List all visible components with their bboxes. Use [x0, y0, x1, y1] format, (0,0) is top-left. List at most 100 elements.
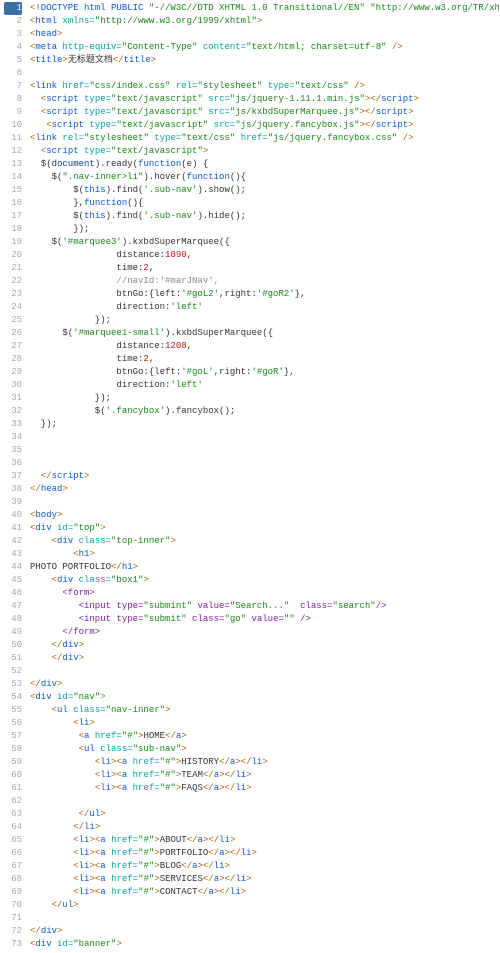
code-line[interactable]: <div id="banner">: [30, 938, 500, 951]
code-line[interactable]: <li><a href="#">HISTORY</a></li>: [30, 756, 500, 769]
code-line[interactable]: distance:1208,: [30, 340, 500, 353]
code-line[interactable]: <link rel="stylesheet" type="text/css" h…: [30, 132, 500, 145]
code-line[interactable]: </div>: [30, 639, 500, 652]
code-line[interactable]: [30, 67, 500, 80]
code-line[interactable]: <body>: [30, 509, 500, 522]
code-line[interactable]: </li>: [30, 821, 500, 834]
code-line[interactable]: [30, 496, 500, 509]
line-number: 29: [4, 366, 22, 379]
code-line[interactable]: <head>: [30, 28, 500, 41]
code-line[interactable]: $(".nav-inner>li").hover(function(){: [30, 171, 500, 184]
code-line[interactable]: <script type="text/javascript" src="js/j…: [30, 119, 500, 132]
code-line[interactable]: <li><a href="#">FAQS</a></li>: [30, 782, 500, 795]
code-line[interactable]: <li><a href="#">PORTFOLIO</a></li>: [30, 847, 500, 860]
code-line[interactable]: <div class="top-inner">: [30, 535, 500, 548]
code-line[interactable]: [30, 431, 500, 444]
code-line[interactable]: <meta http-equiv="Content-Type" content=…: [30, 41, 500, 54]
code-line[interactable]: $(document).ready(function(e) {: [30, 158, 500, 171]
line-number: 13: [4, 158, 22, 171]
code-line[interactable]: direction:'left': [30, 301, 500, 314]
code-line[interactable]: [30, 665, 500, 678]
code-area[interactable]: <!DOCTYPE html PUBLIC "-//W3C//DTD XHTML…: [28, 0, 500, 953]
code-line[interactable]: <li>: [30, 717, 500, 730]
code-line[interactable]: <ul class="sub-nav">: [30, 743, 500, 756]
code-line[interactable]: },function(){: [30, 197, 500, 210]
code-line[interactable]: <link href="css/index.css" rel="styleshe…: [30, 80, 500, 93]
code-line[interactable]: <li><a href="#">BLOG</a></li>: [30, 860, 500, 873]
code-line[interactable]: time:2,: [30, 262, 500, 275]
code-line[interactable]: <script type="text/javascript" src="js/j…: [30, 93, 500, 106]
code-line[interactable]: <form>: [30, 587, 500, 600]
code-line[interactable]: </div>: [30, 678, 500, 691]
code-line[interactable]: $(this).find('.sub-nav').hide();: [30, 210, 500, 223]
line-number: 26: [4, 327, 22, 340]
line-number: 70: [4, 899, 22, 912]
line-number: 35: [4, 444, 22, 457]
code-line[interactable]: btnGo:{left:'#goL',right:'#goR'},: [30, 366, 500, 379]
code-line[interactable]: btnGo:{left:'#goL2',right:'#goR2'},: [30, 288, 500, 301]
code-line[interactable]: <div id="top">: [30, 522, 500, 535]
code-line[interactable]: $(this).find('.sub-nav').show();: [30, 184, 500, 197]
code-line[interactable]: //navId:'#marJNav',: [30, 275, 500, 288]
code-line[interactable]: });: [30, 314, 500, 327]
code-line[interactable]: <html xmlns="http://www.w3.org/1999/xhtm…: [30, 15, 500, 28]
code-line[interactable]: </form>: [30, 626, 500, 639]
line-number: 25: [4, 314, 22, 327]
code-line[interactable]: <h1>: [30, 548, 500, 561]
line-number: 51: [4, 652, 22, 665]
code-line[interactable]: [30, 912, 500, 925]
code-line[interactable]: <li><a href="#">ABOUT</a></li>: [30, 834, 500, 847]
code-line[interactable]: <li><a href="#">TEAM</a></li>: [30, 769, 500, 782]
line-number: 3: [4, 28, 22, 41]
code-line[interactable]: $('.fancybox').fancybox();: [30, 405, 500, 418]
code-line[interactable]: });: [30, 392, 500, 405]
line-number: 16: [4, 197, 22, 210]
code-line[interactable]: [30, 444, 500, 457]
line-number: 54: [4, 691, 22, 704]
code-line[interactable]: </head>: [30, 483, 500, 496]
code-line[interactable]: time:2,: [30, 353, 500, 366]
code-line[interactable]: PHOTO PORTFOLIO</h1>: [30, 561, 500, 574]
line-number: 6: [4, 67, 22, 80]
code-line[interactable]: </ul>: [30, 899, 500, 912]
line-number: 55: [4, 704, 22, 717]
line-number: 30: [4, 379, 22, 392]
code-line[interactable]: </ul>: [30, 808, 500, 821]
code-line[interactable]: <title>无标题文档</title>: [30, 54, 500, 67]
line-number: 24: [4, 301, 22, 314]
code-line[interactable]: <script type="text/javascript">: [30, 145, 500, 158]
line-number: 43: [4, 548, 22, 561]
code-line[interactable]: <a href="#">HOME</a>: [30, 730, 500, 743]
line-number: 52: [4, 665, 22, 678]
code-line[interactable]: <div class="box1">: [30, 574, 500, 587]
line-number: 41: [4, 522, 22, 535]
line-number-gutter: 1234567891011121314151617181920212223242…: [0, 0, 28, 953]
code-line[interactable]: <li><a href="#">SERVICES</a></li>: [30, 873, 500, 886]
code-line[interactable]: <script type="text/javascript" src="js/k…: [30, 106, 500, 119]
code-line[interactable]: </div>: [30, 652, 500, 665]
code-line[interactable]: </script>: [30, 470, 500, 483]
code-line[interactable]: <ul class="nav-inner">: [30, 704, 500, 717]
code-line[interactable]: <div id="nav">: [30, 691, 500, 704]
code-line[interactable]: <li><a href="#">CONTACT</a></li>: [30, 886, 500, 899]
code-line[interactable]: $('#marquee1-small').kxbdSuperMarquee({: [30, 327, 500, 340]
code-line[interactable]: [30, 795, 500, 808]
line-number: 18: [4, 223, 22, 236]
code-line[interactable]: <!DOCTYPE html PUBLIC "-//W3C//DTD XHTML…: [30, 2, 500, 15]
line-number: 4: [4, 41, 22, 54]
line-number: 58: [4, 743, 22, 756]
code-line[interactable]: });: [30, 223, 500, 236]
line-number: 17: [4, 210, 22, 223]
code-line[interactable]: direction:'left': [30, 379, 500, 392]
code-line[interactable]: <input type="submint" value="Search..." …: [30, 600, 500, 613]
code-editor[interactable]: 1234567891011121314151617181920212223242…: [0, 0, 500, 953]
code-line[interactable]: <input type="submit" class="go" value=""…: [30, 613, 500, 626]
line-number: 73: [4, 938, 22, 951]
code-line[interactable]: });: [30, 418, 500, 431]
code-line[interactable]: </div>: [30, 925, 500, 938]
code-line[interactable]: distance:1090,: [30, 249, 500, 262]
line-number: 71: [4, 912, 22, 925]
code-line[interactable]: [30, 457, 500, 470]
line-number: 33: [4, 418, 22, 431]
code-line[interactable]: $('#marquee3').kxbdSuperMarquee({: [30, 236, 500, 249]
